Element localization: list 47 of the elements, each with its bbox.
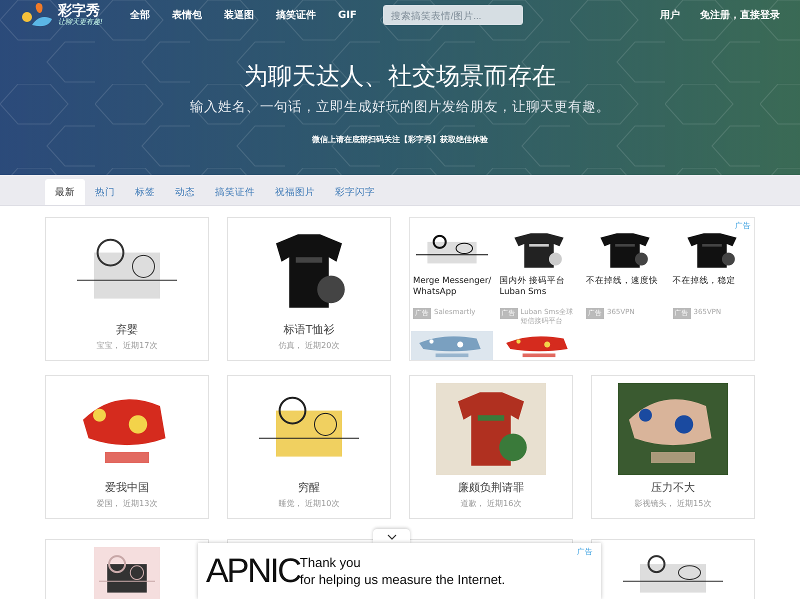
category-tab[interactable]: 搞笑证件 — [205, 179, 265, 205]
card-meta: 爱国， 近期13次 — [96, 498, 158, 509]
nav-link[interactable]: 表情包 — [172, 8, 202, 22]
image-card[interactable]: 标语T恤衫 仿真， 近期20次 — [227, 217, 391, 361]
category-tab[interactable]: 祝福图片 — [265, 179, 325, 205]
paint-splash-icon — [20, 1, 54, 29]
hero-title: 为聊天达人、社交场景而存在 — [244, 61, 556, 92]
card-meta: 宝宝， 近期17次 — [96, 340, 158, 351]
image-card[interactable]: 弃婴 宝宝， 近期17次 — [45, 217, 209, 361]
chevron-down-icon — [386, 534, 396, 540]
card-meta: 影视镜头， 近期15次 — [634, 498, 712, 509]
card-meta: 道歉， 近期16次 — [460, 498, 522, 509]
category-tab[interactable]: 彩字闪字 — [325, 179, 385, 205]
hero-note: 微信上请在底部扫码关注【彩字秀】获取绝佳体验 — [312, 134, 488, 145]
image-card[interactable]: 压力不大 影视镜头， 近期15次 — [591, 375, 755, 519]
collapse-toast[interactable] — [373, 529, 410, 544]
ad-text: for helping us measure the Internet. — [300, 572, 506, 588]
ad-title[interactable]: Merge Messenger/ WhatsApp — [413, 276, 492, 306]
card-title: 弃婴 — [116, 322, 138, 337]
nav-link[interactable]: 装逼图 — [224, 8, 254, 22]
ad-text: Thank you — [300, 554, 362, 570]
category-tab[interactable]: 热门 — [85, 179, 125, 205]
category-tab[interactable]: 最新 — [45, 179, 85, 205]
logo-name[interactable]: 彩字秀 — [58, 4, 103, 18]
user-link[interactable]: 免注册，直接登录 — [700, 8, 780, 22]
category-tab[interactable]: 标签 — [125, 179, 165, 205]
image-card[interactable]: 廉颇负荆请罪 道歉， 近期16次 — [409, 375, 573, 519]
card-title: 廉颇负荆请罪 — [458, 480, 524, 495]
user-link[interactable]: 用户 — [660, 8, 680, 22]
card-title: 标语T恤衫 — [284, 322, 334, 337]
ad-logo: APNIC — [206, 554, 300, 588]
nav-link[interactable]: 搞笑证件 — [276, 8, 316, 22]
card-meta: 仿真， 近期20次 — [278, 340, 340, 351]
ad-title[interactable]: 不在掉线，速度快 — [586, 276, 664, 306]
nav-link[interactable]: 全部 — [130, 8, 150, 22]
ad-title[interactable]: 不在掉线，稳定 — [672, 276, 751, 306]
card-meta: 睡觉， 近期10次 — [278, 498, 340, 509]
ad-title[interactable]: 国内外 接码平台 Luban Sms — [500, 276, 578, 306]
search-field[interactable]: 搜索搞笑表情/图片... — [382, 5, 523, 25]
card-title: 压力不大 — [651, 480, 695, 495]
nav-link[interactable]: GIF — [338, 10, 357, 20]
category-tab[interactable]: 动态 — [165, 179, 205, 205]
card-title: 爱我中国 — [105, 480, 149, 495]
image-card[interactable]: 穷醒 睡觉， 近期10次 — [227, 375, 391, 519]
image-card[interactable]: 爱我中国 爱国， 近期13次 — [45, 375, 209, 519]
hero-subtitle: 输入姓名、一句话，立即生成好玩的图片发给朋友，让聊天更有趣。 — [190, 98, 610, 116]
card-title: 穷醒 — [298, 480, 320, 495]
